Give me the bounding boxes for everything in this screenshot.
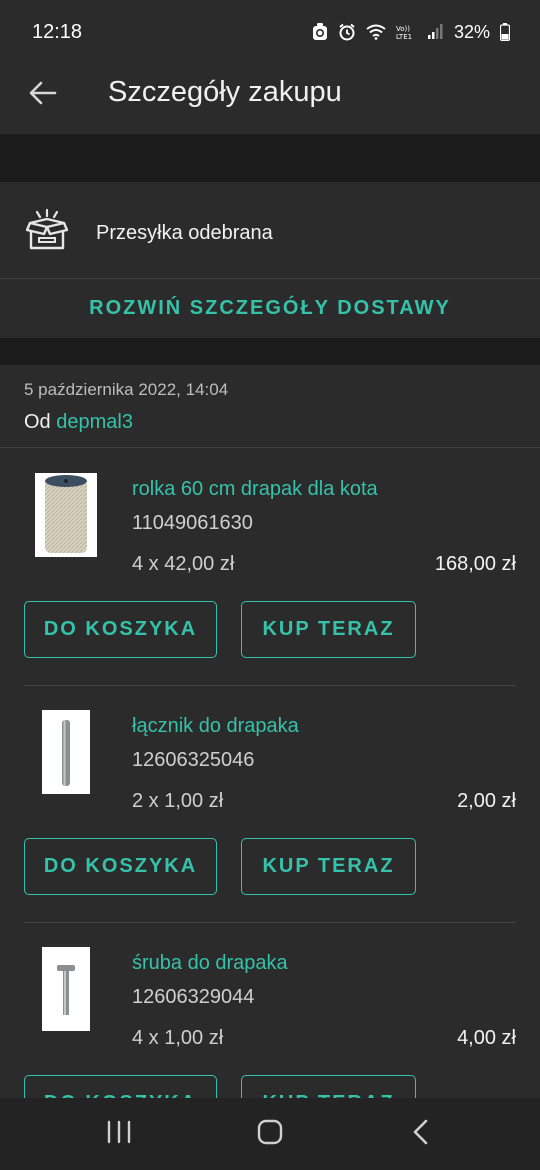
section-spacer — [0, 134, 540, 182]
recycle-icon — [312, 23, 328, 41]
item-name-link[interactable]: śruba do drapaka — [132, 952, 288, 975]
order-seller-line: Od depmal3 — [24, 411, 133, 434]
wifi-icon — [366, 24, 386, 40]
add-to-cart-button[interactable]: DO KOSZYKA — [24, 838, 217, 895]
list-item: śruba do drapaka 12606329044 4 x 1,00 zł… — [0, 922, 540, 1098]
buy-now-button[interactable]: KUP TERAZ — [241, 838, 416, 895]
page-title: Szczegóły zakupu — [108, 76, 342, 108]
product-image[interactable] — [35, 473, 97, 557]
delivery-section: Przesyłka odebrana ROZWIŃ SZCZEGÓŁY DOST… — [0, 182, 540, 338]
battery-icon — [500, 23, 510, 41]
item-quantity-price: 2 x 1,00 zł — [132, 790, 224, 812]
item-name-link[interactable]: rolka 60 cm drapak dla kota — [132, 478, 378, 501]
buy-now-button[interactable]: KUP TERAZ — [241, 601, 416, 658]
delivery-status-row: Przesyłka odebrana — [0, 182, 540, 278]
item-quantity-price: 4 x 1,00 zł — [132, 1027, 224, 1049]
add-to-cart-button[interactable]: DO KOSZYKA — [24, 1075, 217, 1098]
app-bar: Szczegóły zakupu — [0, 62, 540, 134]
alarm-icon — [338, 23, 356, 41]
battery-percent: 32% — [453, 21, 490, 42]
section-spacer — [0, 338, 540, 365]
item-total: 168,00 zł — [434, 553, 516, 575]
back-nav-button[interactable] — [391, 1112, 451, 1156]
recent-apps-button[interactable] — [89, 1112, 149, 1156]
expand-delivery-details-button[interactable]: ROZWIŃ SZCZEGÓŁY DOSTAWY — [0, 279, 540, 338]
item-total: 4,00 zł — [457, 1027, 516, 1049]
status-time: 12:18 — [32, 21, 83, 43]
status-bar: 12:18 Vo)) LTE1 32% — [0, 0, 540, 62]
item-quantity-price: 4 x 42,00 zł — [132, 553, 235, 575]
buy-now-button[interactable]: KUP TERAZ — [241, 1075, 416, 1098]
list-item: rolka 60 cm drapak dla kota 11049061630 … — [0, 448, 540, 686]
system-nav-bar — [0, 1098, 540, 1170]
order-date: 5 października 2022, 14:04 — [24, 380, 229, 399]
seller-link[interactable]: depmal3 — [56, 411, 133, 433]
list-item: łącznik do drapaka 12606325046 2 x 1,00 … — [0, 685, 540, 923]
back-button[interactable] — [22, 74, 64, 116]
add-to-cart-button[interactable]: DO KOSZYKA — [24, 601, 217, 658]
signal-icon — [427, 24, 444, 40]
item-id: 12606329044 — [132, 986, 255, 1008]
seller-prefix: Od — [24, 411, 51, 433]
item-name-link[interactable]: łącznik do drapaka — [132, 715, 299, 738]
volte-icon: Vo)) LTE1 — [396, 24, 418, 40]
product-image[interactable] — [42, 710, 90, 794]
back-icon — [412, 1119, 430, 1150]
svg-text:LTE1: LTE1 — [396, 33, 412, 40]
status-icons: Vo)) LTE1 32% — [312, 21, 510, 43]
svg-text:Vo)): Vo)) — [396, 25, 410, 33]
order-header: 5 października 2022, 14:04 Od depmal3 — [0, 365, 540, 447]
recent-apps-icon — [106, 1120, 132, 1149]
arrow-left-icon — [29, 81, 57, 110]
item-id: 12606325046 — [132, 749, 255, 771]
item-total: 2,00 zł — [457, 790, 516, 812]
open-box-icon — [25, 208, 69, 254]
item-id: 11049061630 — [132, 512, 253, 534]
delivery-status: Przesyłka odebrana — [96, 222, 273, 244]
home-icon — [257, 1119, 283, 1150]
product-image[interactable] — [42, 947, 90, 1031]
home-button[interactable] — [240, 1112, 300, 1156]
